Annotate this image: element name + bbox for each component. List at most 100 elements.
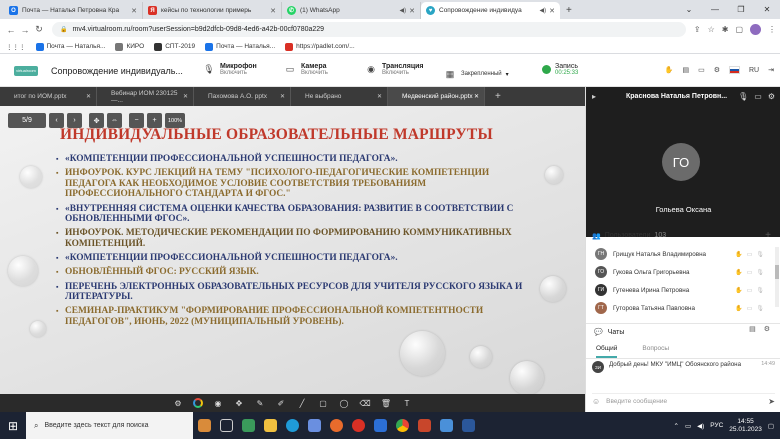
bookmark[interactable]: Почта — Наталья... <box>205 42 275 51</box>
exit-icon[interactable]: ⇥ <box>768 66 774 74</box>
page-indicator[interactable]: 5/9 <box>8 113 46 128</box>
store-icon[interactable] <box>303 412 325 439</box>
close-icon[interactable]: ✕ <box>280 93 285 100</box>
explorer-icon[interactable] <box>259 412 281 439</box>
list-item[interactable]: ГО Гукова Ольга Григорьевна ✋▭🎙 <box>586 263 774 281</box>
back-button[interactable]: ← <box>4 25 18 35</box>
tab-questions[interactable]: Вопросы <box>642 345 669 358</box>
browser-tab-active[interactable]: ♥ Сопровождение индивидуа ◀) ✕ <box>421 2 560 19</box>
extensions-icon[interactable]: ✱ <box>722 25 729 34</box>
clock[interactable]: 14:55 25.01.2023 <box>729 418 762 434</box>
language-label[interactable]: RU <box>749 67 759 74</box>
profile-avatar[interactable] <box>750 24 761 35</box>
close-window-button[interactable]: ✕ <box>754 0 780 19</box>
browser-tab[interactable]: O Почта — Наталья Петровна Кра ✕ <box>4 2 143 19</box>
minimize-button[interactable]: — <box>702 0 728 19</box>
color-picker-icon[interactable] <box>193 398 203 408</box>
zoom-in-button[interactable]: + <box>147 113 162 128</box>
reload-button[interactable]: ↻ <box>32 24 46 35</box>
microphone-off-icon[interactable]: 🎙 <box>738 92 748 101</box>
presentation-tab[interactable]: Вебинар ИОМ 230125 —... ✕ <box>97 87 194 106</box>
eraser-icon[interactable]: ⌫ <box>359 399 371 408</box>
recording-indicator[interactable]: Запись 00:25:33 <box>542 63 578 76</box>
close-icon[interactable]: ✕ <box>409 7 415 15</box>
word-icon[interactable] <box>457 412 479 439</box>
presentation-tab[interactable]: итог по ИОМ.pptx ✕ <box>0 87 97 106</box>
speaker-icon[interactable]: ◀) <box>540 7 547 14</box>
rectangle-icon[interactable]: ▢ <box>317 399 329 408</box>
line-icon[interactable]: ╱ <box>296 399 308 408</box>
tab-general[interactable]: Общий <box>596 345 618 358</box>
windows-start-icon[interactable]: ⊞ <box>0 419 26 433</box>
bookmark[interactable]: https://padlet.com/... <box>285 42 355 51</box>
chevron-up-icon[interactable]: ⌃ <box>673 422 678 430</box>
bookmark[interactable]: СПТ-2019 <box>154 42 195 51</box>
camera-off-icon[interactable]: ▭ <box>754 92 762 101</box>
list-item[interactable]: ГИ Гутенева Ирина Петровна ✋▭🎙 <box>586 281 774 299</box>
prev-slide-button[interactable]: ‹ <box>49 113 64 128</box>
bookmark[interactable]: Почта — Наталья... <box>35 42 105 51</box>
close-icon[interactable]: ✕ <box>131 7 137 15</box>
star-icon[interactable]: ☆ <box>708 25 715 34</box>
expand-icon[interactable]: ▸ <box>592 92 596 101</box>
maximize-button[interactable]: ❐ <box>728 0 754 19</box>
zoom-out-button[interactable]: − <box>129 113 144 128</box>
scrollbar-thumb[interactable] <box>775 265 779 279</box>
pointer-icon[interactable]: ◉ <box>212 399 224 408</box>
files-icon[interactable] <box>237 412 259 439</box>
share-icon[interactable]: ⇪ <box>694 25 701 34</box>
layout-selector[interactable]: ▦ Закрепленный ▾ <box>443 67 509 81</box>
browser-tab[interactable]: ✆ (1) WhatsApp ◀) ✕ <box>282 2 421 19</box>
stream-control[interactable]: ◉ Трансляция Включить <box>364 62 423 76</box>
settings-icon[interactable]: ⚙ <box>764 325 770 333</box>
settings-icon[interactable]: ⚙ <box>714 66 720 74</box>
camera-control[interactable]: ▭ Камера Включить <box>283 62 328 76</box>
text-icon[interactable]: T <box>401 399 413 408</box>
close-icon[interactable]: ✕ <box>183 93 188 100</box>
app-icon[interactable] <box>435 412 457 439</box>
task-view-icon[interactable] <box>215 412 237 439</box>
chat-list-icon[interactable]: ▤ <box>749 325 756 333</box>
close-icon[interactable]: ✕ <box>86 93 91 100</box>
browser-tab[interactable]: Я кейсы по технологии примерь ✕ <box>143 2 282 19</box>
forward-button[interactable]: → <box>18 25 32 35</box>
send-icon[interactable]: ➤ <box>768 397 775 406</box>
message-input[interactable]: ☺ Введите сообщение ➤ <box>592 393 775 407</box>
firefox-icon[interactable] <box>325 412 347 439</box>
close-icon[interactable]: ✕ <box>270 7 276 15</box>
close-icon[interactable]: ✕ <box>377 93 382 100</box>
pen-icon[interactable]: ✎ <box>254 399 266 408</box>
sidebar-icon[interactable]: ▢ <box>735 25 743 34</box>
volume-icon[interactable]: ◀) <box>697 422 704 430</box>
trash-icon[interactable]: 🗑 <box>380 399 392 408</box>
russia-flag-icon[interactable] <box>729 66 740 74</box>
speaker-icon[interactable]: ◀) <box>400 7 407 14</box>
fit-width-icon[interactable]: ⇔ <box>107 113 122 128</box>
powerpoint-icon[interactable] <box>413 412 435 439</box>
add-presentation-button[interactable]: + <box>495 91 501 102</box>
app-icon[interactable] <box>369 412 391 439</box>
presentation-tab[interactable]: Пахомова А.О. pptx ✕ <box>194 87 291 106</box>
weather-icon[interactable] <box>193 412 215 439</box>
users-header[interactable]: 👥 Пользователи 103 + <box>586 227 780 244</box>
new-tab-button[interactable]: + <box>566 5 572 16</box>
chrome-icon[interactable] <box>391 412 413 439</box>
close-icon[interactable]: ✕ <box>474 93 479 100</box>
network-icon[interactable]: ▭ <box>685 422 691 430</box>
notifications-icon[interactable]: ▢ <box>768 422 774 430</box>
add-user-button[interactable]: + <box>765 230 771 241</box>
menu-icon[interactable]: ⋮ <box>768 25 776 34</box>
apps-icon[interactable]: ⋮⋮⋮ <box>6 43 26 51</box>
move-icon[interactable]: ✥ <box>89 113 104 128</box>
move-icon[interactable]: ✥ <box>233 399 245 408</box>
settings-icon[interactable]: ⚙ <box>172 399 184 408</box>
bookmark[interactable]: КИРО <box>115 42 144 51</box>
marker-icon[interactable]: ✐ <box>275 399 287 408</box>
chevron-down-icon[interactable]: ⌄ <box>676 0 702 19</box>
next-slide-button[interactable]: › <box>67 113 82 128</box>
list-item[interactable]: ГТ Гуторова Татьяна Павловна ✋▭🎙 <box>586 299 774 317</box>
hand-icon[interactable]: ✋ <box>665 66 674 74</box>
taskbar-search[interactable]: ⌕ Введите здесь текст для поиска <box>26 412 193 439</box>
settings-icon[interactable]: ⚙ <box>768 92 775 101</box>
presentation-tab[interactable]: Не выбрано ✕ <box>291 87 388 106</box>
